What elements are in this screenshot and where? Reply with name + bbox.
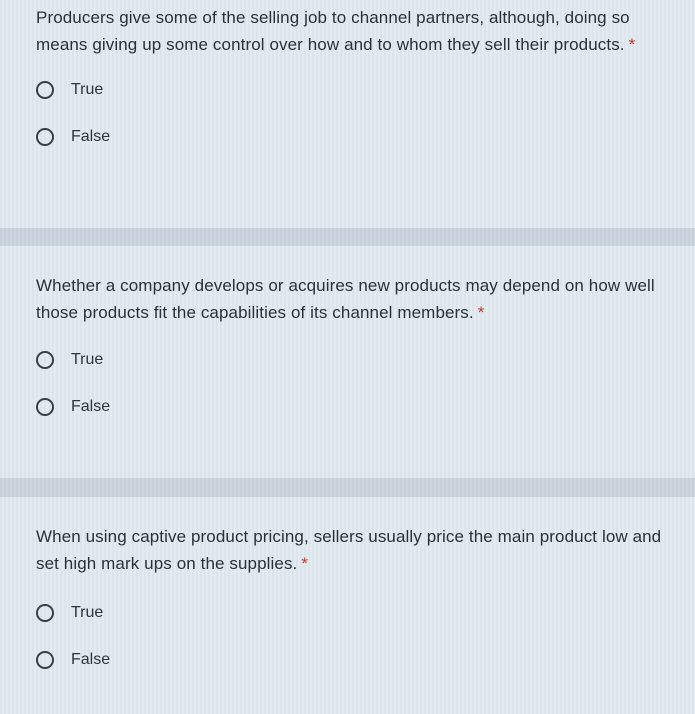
- option-true[interactable]: True: [36, 78, 685, 102]
- question-text: When using captive product pricing, sell…: [36, 497, 685, 577]
- quiz-form: Producers give some of the selling job t…: [0, 0, 695, 714]
- question-text: Producers give some of the selling job t…: [36, 0, 685, 58]
- option-false[interactable]: False: [36, 648, 685, 672]
- radio-button-icon[interactable]: [36, 351, 54, 369]
- option-true[interactable]: True: [36, 601, 685, 625]
- question-text-2: Whether a company develops or acquires n…: [36, 276, 655, 322]
- radio-button-icon[interactable]: [36, 651, 54, 669]
- required-asterisk: *: [477, 303, 485, 322]
- radio-group-2: True False: [36, 348, 685, 419]
- option-label: True: [71, 351, 104, 368]
- option-label: False: [71, 128, 111, 145]
- radio-button-icon[interactable]: [36, 398, 54, 416]
- question-text-3: When using captive product pricing, sell…: [36, 527, 662, 573]
- question-card-3: When using captive product pricing, sell…: [0, 497, 695, 714]
- question-text-1: Producers give some of the selling job t…: [36, 8, 630, 54]
- question-text: Whether a company develops or acquires n…: [36, 246, 685, 326]
- question-card-1: Producers give some of the selling job t…: [0, 0, 695, 228]
- option-label: False: [71, 651, 111, 668]
- radio-group-1: True False: [36, 78, 685, 149]
- option-false[interactable]: False: [36, 125, 685, 149]
- option-label: True: [71, 604, 104, 621]
- question-card-2: Whether a company develops or acquires n…: [0, 246, 695, 478]
- required-asterisk: *: [628, 35, 636, 54]
- option-true[interactable]: True: [36, 348, 685, 372]
- radio-button-icon[interactable]: [36, 128, 54, 146]
- option-false[interactable]: False: [36, 395, 685, 419]
- radio-button-icon[interactable]: [36, 81, 54, 99]
- option-label: True: [71, 81, 104, 98]
- radio-group-3: True False: [36, 601, 685, 672]
- required-asterisk: *: [301, 554, 309, 573]
- option-label: False: [71, 398, 111, 415]
- radio-button-icon[interactable]: [36, 604, 54, 622]
